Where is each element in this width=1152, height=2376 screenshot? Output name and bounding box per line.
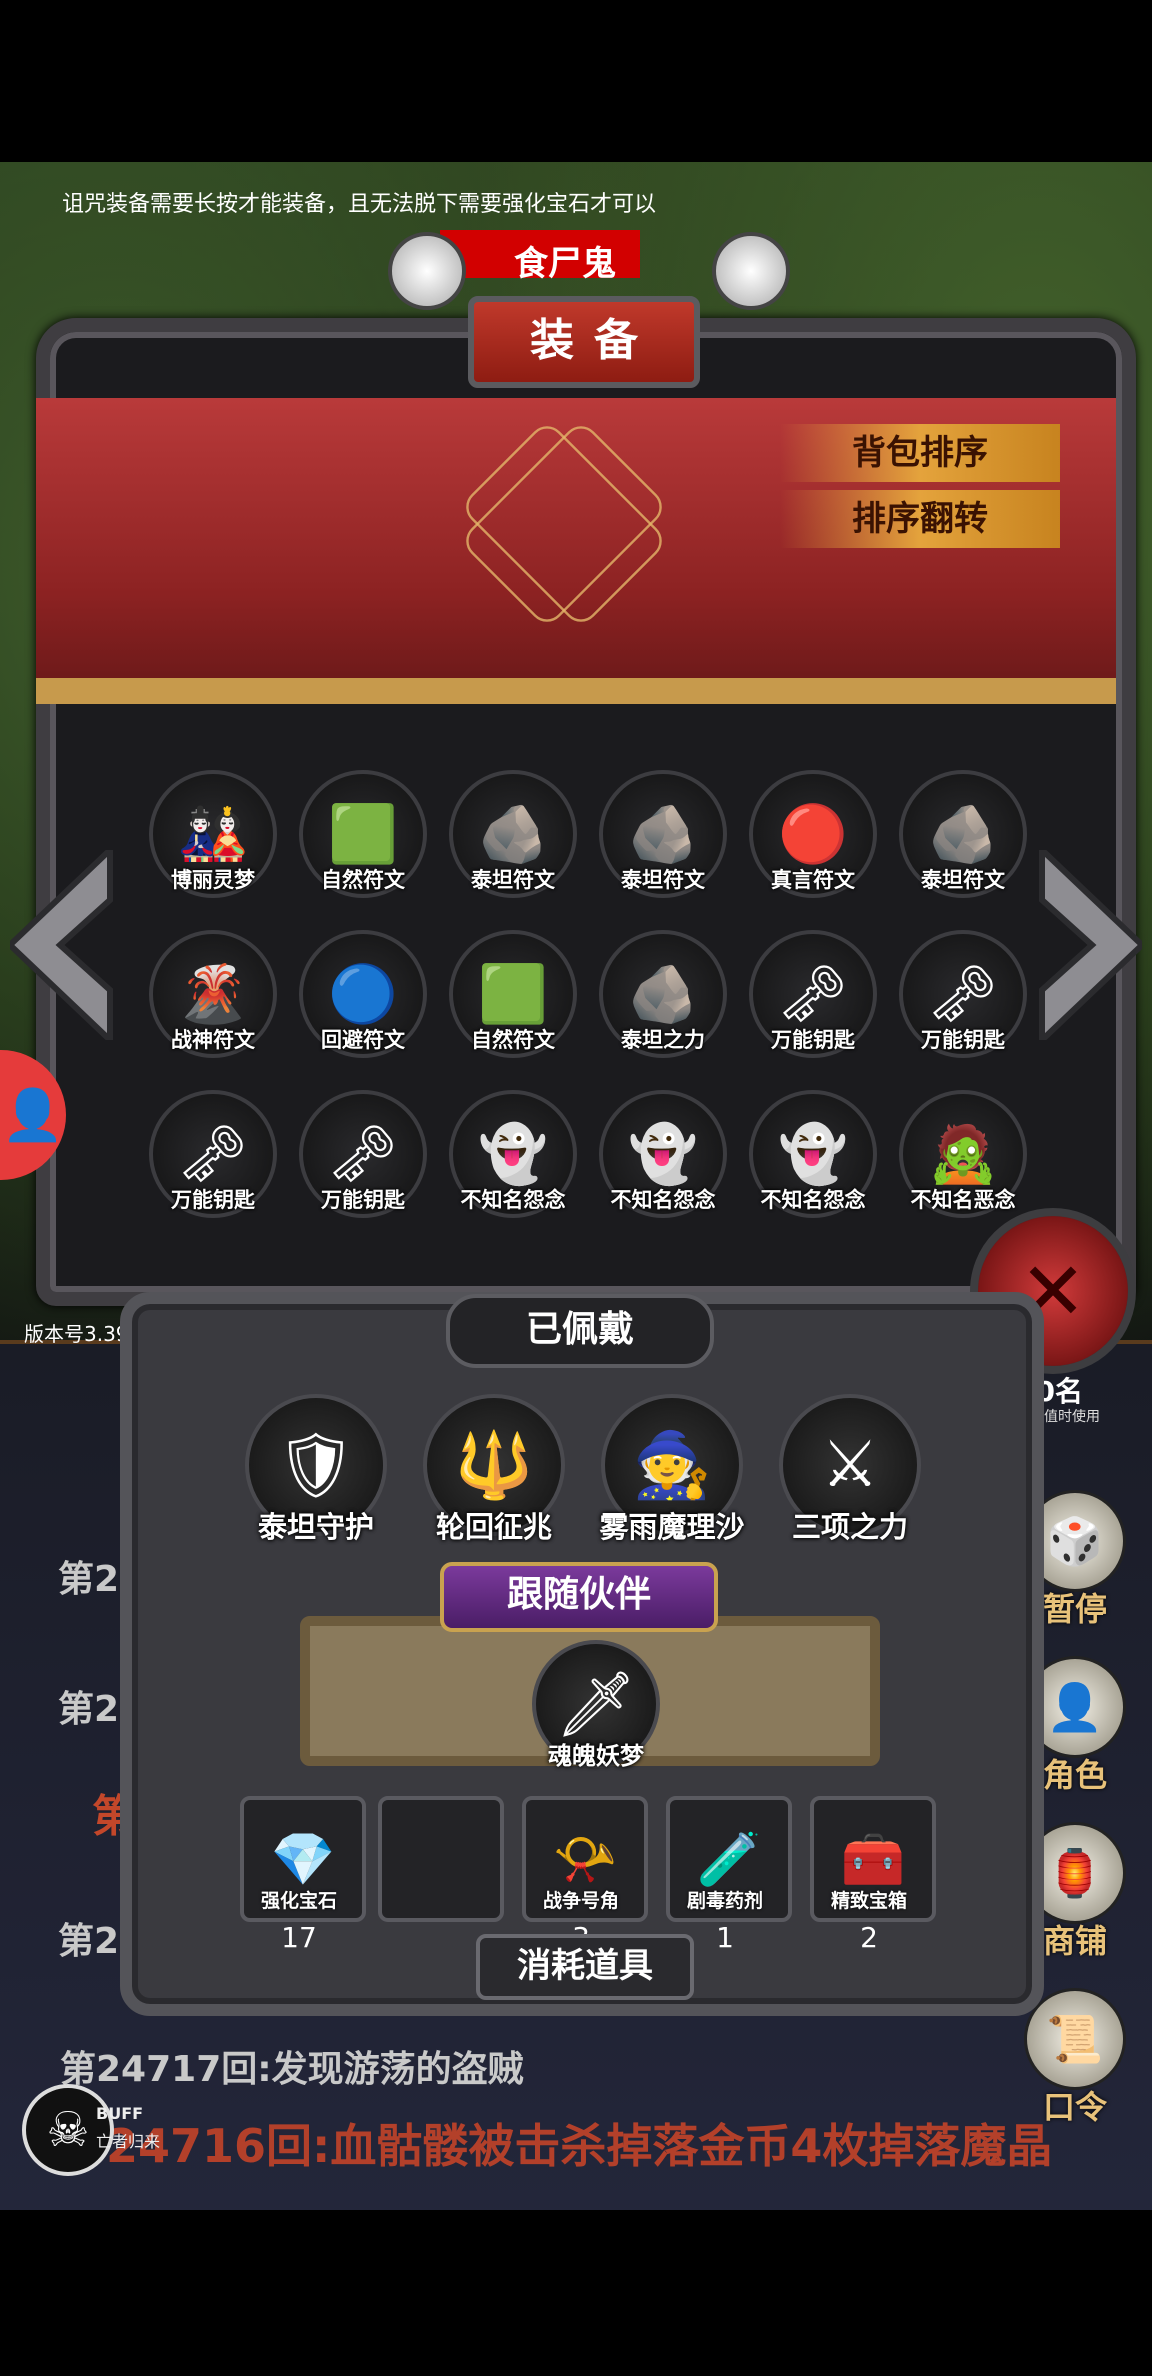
next-page-arrow-icon[interactable] — [1032, 850, 1142, 1040]
worn-slot[interactable]: ⚔ 三项之力 — [770, 1394, 930, 1546]
inventory-slot[interactable]: 🪨 泰坦符文 — [588, 770, 738, 920]
log-line: 第24717回:发现游荡的盗贼 — [60, 2049, 524, 2090]
scroll-icon: 📜 — [1024, 1988, 1126, 2090]
companion-slot[interactable]: 🗡 魂魄妖梦 — [516, 1640, 676, 1771]
consumable-label: 战争号角 — [542, 1890, 619, 1912]
slot-label: 不知名恶念 — [910, 1188, 1016, 1212]
slot-label: 回避符文 — [321, 1028, 405, 1052]
inventory-slot[interactable]: 👻 不知名怨念 — [438, 1090, 588, 1240]
log-line: 第2 — [58, 1921, 120, 1962]
worn-label: 三项之力 — [791, 1510, 908, 1544]
top-letterbox — [0, 0, 1152, 162]
side-label: 口令 — [1042, 2088, 1107, 2126]
slot-label: 万能钥匙 — [771, 1028, 855, 1052]
inventory-slot[interactable]: 🟩 自然符文 — [288, 770, 438, 920]
inventory-slot[interactable]: 🎎 博丽灵梦 — [138, 770, 288, 920]
skull-ornament-icon — [388, 232, 466, 310]
inventory-slot[interactable]: 🗝 万能钥匙 — [138, 1090, 288, 1240]
consumable-slot[interactable]: 🧰 精致宝箱 2 — [810, 1796, 936, 1954]
inventory-slot[interactable]: 🟩 自然符文 — [438, 930, 588, 1080]
inventory-slot[interactable]: 🔴 真言符文 — [738, 770, 888, 920]
consumable-label: 剧毒药剂 — [686, 1890, 763, 1912]
inventory-slot[interactable]: 🗝 万能钥匙 — [738, 930, 888, 1080]
consumable-label: 强化宝石 — [260, 1890, 337, 1912]
slot-label: 万能钥匙 — [171, 1188, 255, 1212]
buff-name: 亡者归来 — [96, 2132, 161, 2151]
consumables-title: 消耗道具 — [476, 1934, 694, 2000]
inventory-slot[interactable]: 🪨 泰坦之力 — [588, 930, 738, 1080]
slot-label: 万能钥匙 — [321, 1188, 405, 1212]
sort-bag-button[interactable]: 背包排序 — [780, 424, 1060, 482]
slot-label: 自然符文 — [471, 1028, 555, 1052]
empty-slot — [378, 1796, 504, 1922]
consumable-count: 2 — [860, 1921, 878, 1954]
slot-label: 真言符文 — [771, 868, 855, 892]
consumable-slot[interactable]: 💎 强化宝石 17 — [240, 1796, 366, 1954]
worn-slot[interactable]: 🧙 雾雨魔理沙 — [592, 1394, 752, 1546]
slot-label: 泰坦符文 — [471, 868, 555, 892]
version-label: 版本号3.39 — [24, 1322, 129, 1346]
inventory-slot[interactable]: 🔵 回避符文 — [288, 930, 438, 1080]
slot-label: 自然符文 — [321, 868, 405, 892]
log-line: 第2 — [58, 1559, 120, 1600]
inventory-slot[interactable]: 🗝 万能钥匙 — [888, 930, 1038, 1080]
worn-label: 雾雨魔理沙 — [599, 1510, 745, 1544]
user-icon: 👤 — [1, 1085, 65, 1144]
monster-name: 食尸鬼 — [514, 244, 616, 284]
consumable-label: 精致宝箱 — [830, 1890, 907, 1912]
slot-label: 不知名怨念 — [760, 1188, 866, 1212]
worn-slot[interactable]: 🔱 轮回征兆 — [414, 1394, 574, 1546]
inventory-slot[interactable]: 🗝 万能钥匙 — [288, 1090, 438, 1240]
companion-label: 魂魄妖梦 — [548, 1742, 644, 1770]
prev-page-arrow-icon[interactable] — [10, 850, 120, 1040]
slot-label: 不知名怨念 — [460, 1188, 566, 1212]
inventory-slot[interactable]: 👻 不知名怨念 — [588, 1090, 738, 1240]
slot-label: 博丽灵梦 — [171, 868, 255, 892]
inventory-slot[interactable]: 🪨 泰坦符文 — [888, 770, 1038, 920]
inventory-slot[interactable]: 👻 不知名怨念 — [738, 1090, 888, 1240]
panel-title: 装备 — [468, 296, 700, 388]
reverse-sort-button[interactable]: 排序翻转 — [780, 490, 1060, 548]
log-line: 第24716回:血骷髅被击杀掉落金币4枚掉落魔晶 — [60, 2119, 1053, 2173]
buff-label: BUFF — [96, 2104, 144, 2123]
consumable-slot[interactable]: 🧪 剧毒药剂 1 — [666, 1796, 792, 1954]
hint-text: 诅咒装备需要长按才能装备，且无法脱下需要强化宝石才可以 — [62, 192, 657, 217]
bottom-letterbox — [0, 2210, 1152, 2376]
slot-label: 战神符文 — [171, 1028, 255, 1052]
slot-label: 不知名怨念 — [610, 1188, 716, 1212]
slot-label: 泰坦符文 — [921, 868, 1005, 892]
worn-title: 已佩戴 — [446, 1294, 714, 1368]
skull-ornament-icon — [712, 232, 790, 310]
slot-label: 泰坦之力 — [621, 1028, 705, 1052]
consumable-slot[interactable]: 📯战争号角3 — [522, 1796, 648, 1954]
consumable-slot[interactable] — [378, 1796, 504, 1922]
slot-label: 万能钥匙 — [921, 1028, 1005, 1052]
inventory-slot[interactable]: 🌋 战神符文 — [138, 930, 288, 1080]
slot-label: 泰坦符文 — [621, 868, 705, 892]
consumable-count: 17 — [281, 1921, 317, 1954]
worn-slot[interactable]: 🛡 泰坦守护 — [236, 1394, 396, 1546]
companion-title: 跟随伙伴 — [440, 1562, 718, 1632]
worn-label: 轮回征兆 — [435, 1510, 552, 1544]
worn-label: 泰坦守护 — [257, 1510, 374, 1544]
inventory-slot[interactable]: 🪨 泰坦符文 — [438, 770, 588, 920]
